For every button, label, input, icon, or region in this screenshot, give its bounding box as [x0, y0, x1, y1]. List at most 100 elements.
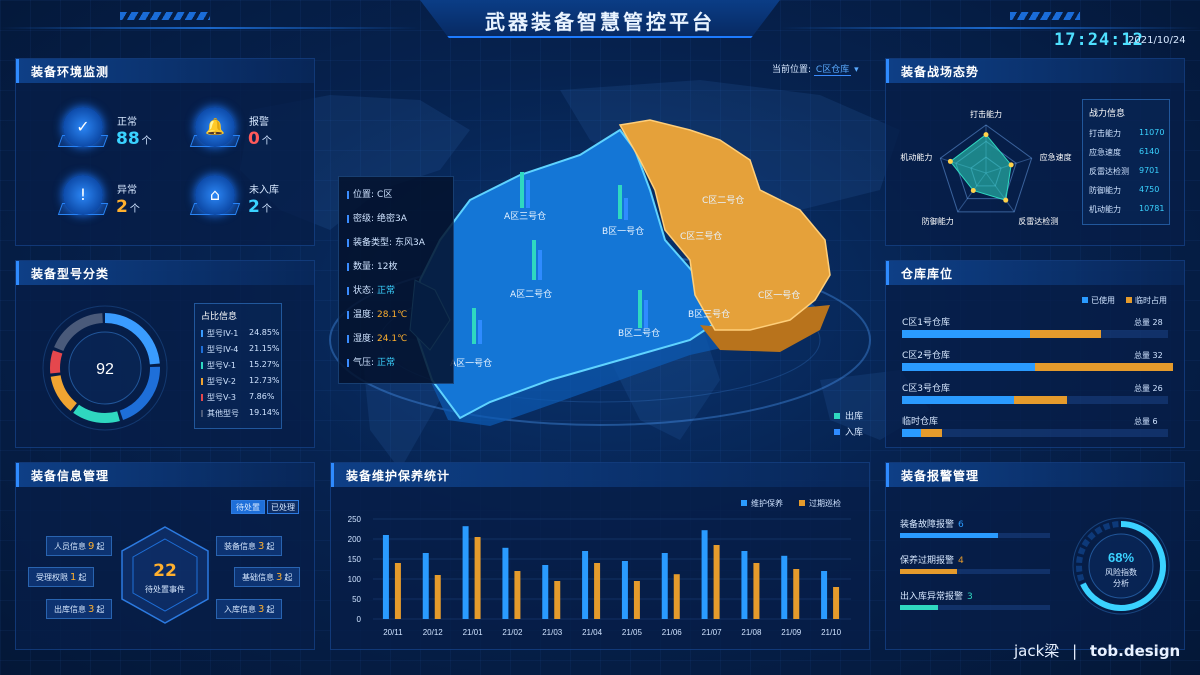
model-percent: 15.27%	[249, 360, 280, 369]
bar-temp	[920, 429, 942, 437]
bar-maintenance	[621, 561, 628, 619]
legend-swatch	[201, 394, 203, 401]
x-tick-label: 21/10	[821, 628, 842, 637]
warehouse-total: 总量 6	[1134, 417, 1158, 426]
radar-point	[983, 132, 989, 138]
radar-axis-label: 防御能力	[922, 216, 954, 226]
battle-radar-chart: 打击能力应急速度反雷达检测 防御能力 机动能力	[900, 109, 1071, 226]
battle-row-value: 6140	[1139, 147, 1160, 156]
y-tick-label: 200	[348, 535, 362, 544]
radar-point	[1003, 197, 1009, 203]
map-label-b3[interactable]: B区三号仓	[688, 307, 730, 320]
bar-expired	[594, 563, 601, 619]
map-label-a1[interactable]: A区一号仓	[450, 356, 492, 369]
tag-personnel[interactable]: 人员信息 9 起	[46, 536, 113, 556]
popup-key: 数量:	[353, 262, 375, 272]
popup-key: 密级:	[353, 214, 375, 224]
bar-expired	[793, 569, 800, 619]
bar-maintenance	[661, 553, 668, 619]
stock-panel-header: 仓库库位	[886, 261, 1184, 285]
y-tick-label: 150	[348, 555, 362, 564]
maint-panel-title: 装备维护保养统计	[346, 469, 451, 483]
env-panel: 装备环境监测 ✓ 正常 88 个 🔔 报警 0个 ! 异常 2个 ⌂ 未入库 2个	[15, 58, 315, 246]
popup-value: 28.1℃	[377, 310, 408, 320]
stat-alarm-value: 0个	[248, 129, 272, 149]
tag-basic[interactable]: 基础信息 3 起	[234, 567, 301, 587]
tab-pending[interactable]: 待处置	[231, 500, 265, 514]
model-panel-header: 装备型号分类	[16, 261, 314, 285]
bar-maintenance	[701, 530, 708, 619]
doc-warning-icon: !	[63, 175, 103, 215]
model-name: 型号IV-1	[207, 329, 239, 338]
y-tick-label: 250	[348, 515, 362, 524]
popup-row: 气压: 正常	[347, 355, 395, 368]
model-percent: 19.14%	[249, 408, 280, 417]
map-label-c3[interactable]: C区三号仓	[680, 229, 722, 242]
stock-panel-title: 仓库库位	[901, 267, 954, 281]
radar-point	[947, 158, 953, 164]
bar-expired	[434, 575, 441, 619]
warehouse-bar	[902, 330, 1168, 338]
tag-outbound[interactable]: 出库信息 3 起	[46, 599, 113, 619]
risk-value: 68%	[1108, 550, 1134, 565]
map-label-a2[interactable]: A区二号仓	[510, 287, 552, 300]
alarm-name: 出入库异常报警	[900, 592, 964, 602]
x-tick-label: 21/07	[702, 628, 723, 637]
model-name: 其他型号	[207, 409, 239, 418]
tab-done[interactable]: 已处理	[267, 500, 299, 514]
alarm-bar-fill	[900, 605, 938, 610]
info-panel-header: 装备信息管理	[16, 463, 314, 487]
legend-swatch	[1126, 297, 1132, 303]
bar-temp	[1013, 396, 1067, 404]
map-label-a3[interactable]: A区三号仓	[504, 209, 546, 222]
radar-axis-label: 机动能力	[900, 152, 932, 162]
model-legend-item: 型号V-2	[201, 376, 236, 387]
bar-expired	[673, 574, 680, 619]
legend-swatch-out	[834, 413, 840, 419]
alarm-label: 保养过期报警 4	[900, 553, 964, 566]
map-label-b1[interactable]: B区一号仓	[602, 224, 644, 237]
bar-expired	[394, 563, 401, 619]
map-info-popup: 位置: C区 密级: 绝密3A 装备类型: 东风3A 数量: 12枚 状态: 正常 温度: 28.1℃…	[338, 176, 454, 384]
battle-row-value: 9701	[1139, 166, 1160, 175]
map-label-c1[interactable]: C区一号仓	[758, 288, 800, 301]
map-label-b2[interactable]: B区二号仓	[618, 326, 660, 339]
bar-maintenance	[741, 551, 748, 619]
legend-swatch-in	[834, 429, 840, 435]
bar-expired	[833, 587, 840, 619]
location-selector[interactable]: 当前位置: C区仓库 ▾	[772, 62, 859, 76]
map-label-c2[interactable]: C区二号仓	[702, 193, 744, 206]
popup-row: 密级: 绝密3A	[347, 211, 407, 224]
location-value[interactable]: C区仓库	[813, 65, 852, 76]
bar-maintenance	[821, 571, 828, 619]
check-doc-icon: ✓	[63, 107, 103, 147]
model-total: 92	[96, 361, 114, 378]
alarm-panel-header: 装备报警管理	[886, 463, 1184, 487]
tag-permission[interactable]: 受理权限 1 起	[28, 567, 95, 587]
battle-info-box: 战力信息 打击能力 11070 应急速度 6140 反雷达检测 9701 防御能力 4750 机…	[1082, 99, 1170, 225]
info-panel: 装备信息管理 待处置 已处理 22 待处置事件 人员信息 9 起 受理权限 1 起 出库…	[15, 462, 315, 650]
bar-temp	[1029, 330, 1102, 338]
radar-point	[970, 187, 976, 193]
model-legend-item: 其他型号	[201, 408, 239, 419]
maint-panel-header: 装备维护保养统计	[331, 463, 869, 487]
stat-abnormal-label: 异常	[117, 185, 137, 196]
tag-equipment[interactable]: 装备信息 3 起	[216, 536, 283, 556]
clock-date: 2021/10/24	[1128, 35, 1186, 46]
model-legend-item: 型号V-3	[201, 392, 236, 403]
bar-used	[902, 396, 1014, 404]
bar-maintenance	[382, 535, 389, 619]
popup-key: 位置:	[353, 190, 375, 200]
radar-axis-label: 反雷达检测	[1018, 216, 1058, 226]
legend-swatch	[201, 378, 203, 385]
bar-maintenance	[582, 551, 589, 619]
model-name: 型号V-3	[207, 393, 236, 402]
chevron-down-icon[interactable]: ▾	[854, 65, 859, 75]
y-tick-label: 0	[357, 615, 362, 624]
model-percent: 21.15%	[249, 344, 280, 353]
tag-inbound[interactable]: 入库信息 3 起	[216, 599, 283, 619]
alarm-count: 6	[958, 520, 964, 530]
model-panel: 装备型号分类 92 占比信息 型号IV-1 24.85% 型号IV-4 21.15% 型…	[15, 260, 315, 448]
popup-value: 绝密3A	[377, 214, 407, 224]
model-percent: 12.73%	[249, 376, 280, 385]
